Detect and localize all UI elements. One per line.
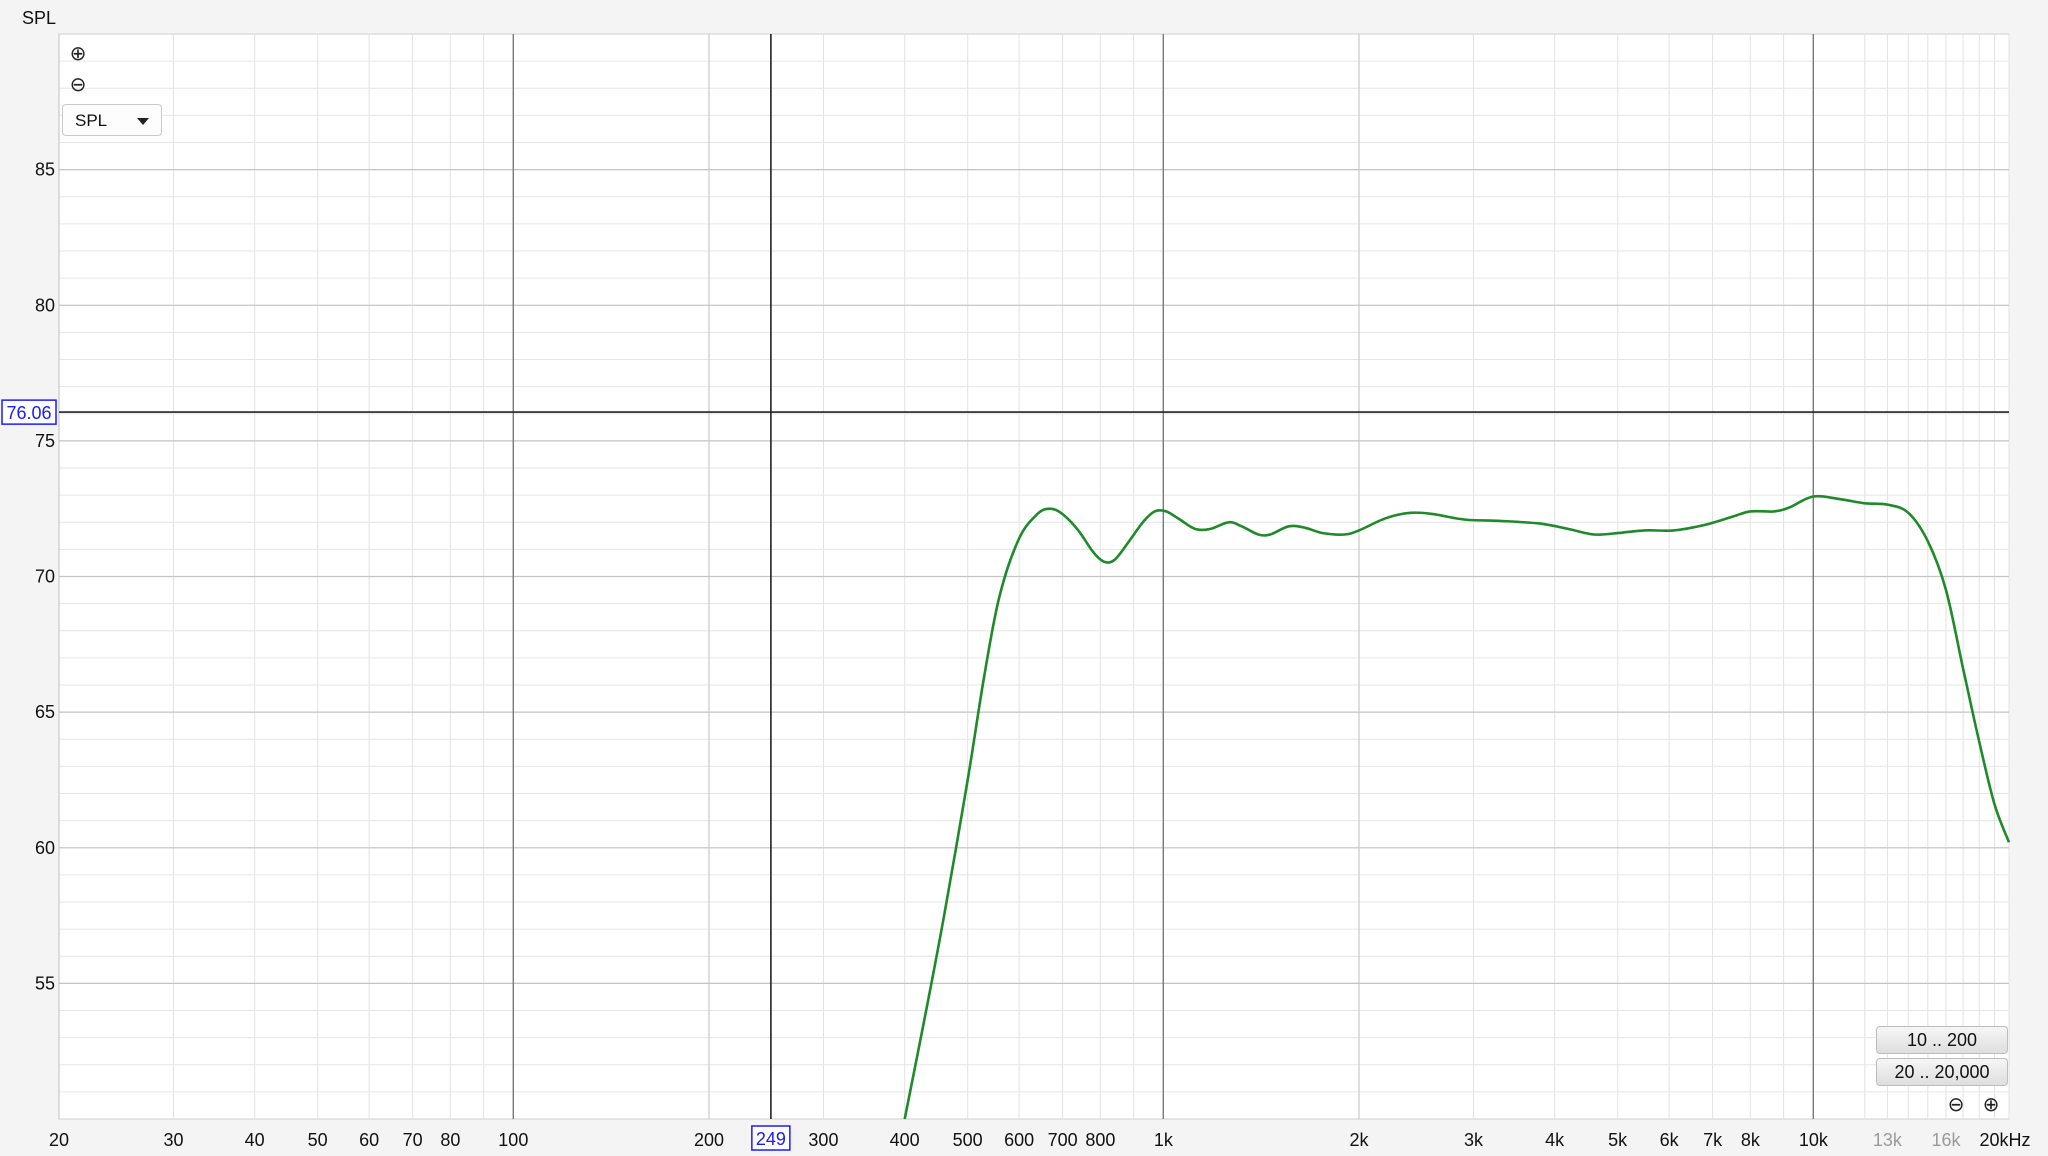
cursor-x-readout: 249 (756, 1129, 786, 1149)
x-tick-label: 7k (1703, 1130, 1723, 1150)
x-tick-label: 2k (1349, 1130, 1369, 1150)
x-tick-label: 70 (403, 1130, 423, 1150)
x-tick-label: 16k (1931, 1130, 1961, 1150)
dropdown-value: SPL (75, 111, 108, 130)
y-tick-label: 80 (35, 295, 55, 315)
range-10-200-button[interactable]: 10 .. 200 (1876, 1026, 2008, 1054)
measurement-type-dropdown[interactable]: SPL (62, 104, 162, 136)
spl-chart[interactable]: 55 60 65 70 75 80 85 20 30 40 50 60 70 80 100 200 300 400… (0, 0, 2048, 1156)
x-tick-label: 60 (359, 1130, 379, 1150)
chevron-down-icon (137, 118, 149, 125)
x-tick-label: 13k (1873, 1130, 1903, 1150)
x-tick-label: 800 (1085, 1130, 1115, 1150)
x-tick-label: 80 (440, 1130, 460, 1150)
range-20-20000-button[interactable]: 20 .. 20,000 (1876, 1058, 2008, 1086)
x-tick-label: 700 (1048, 1130, 1078, 1150)
x-tick-label: 40 (245, 1130, 265, 1150)
cursor-y-readout: 76.06 (6, 403, 51, 423)
x-tick-label: 30 (163, 1130, 183, 1150)
zoom-in-icon[interactable]: ⊕ (67, 42, 89, 64)
y-tick-label: 75 (35, 431, 55, 451)
zoom-out-icon[interactable]: ⊖ (67, 73, 89, 95)
x-tick-label: 1k (1154, 1130, 1174, 1150)
x-tick-label: 6k (1660, 1130, 1680, 1150)
spl-graph-panel: 55 60 65 70 75 80 85 20 30 40 50 60 70 80 100 200 300 400… (0, 0, 2048, 1156)
y-tick-label: 65 (35, 702, 55, 722)
horizontal-zoom-in-icon[interactable]: ⊕ (1980, 1093, 2002, 1115)
y-tick-label: 60 (35, 838, 55, 858)
y-tick-label: 85 (35, 160, 55, 180)
x-tick-label: 20 (49, 1130, 69, 1150)
x-tick-label: 50 (308, 1130, 328, 1150)
horizontal-zoom-out-icon[interactable]: ⊖ (1945, 1093, 1967, 1115)
x-tick-label: 5k (1608, 1130, 1628, 1150)
panel-title: SPL (22, 8, 57, 28)
x-tick-label: 8k (1741, 1130, 1761, 1150)
y-tick-label: 70 (35, 567, 55, 587)
x-tick-label: 200 (694, 1130, 724, 1150)
x-tick-label: 20kHz (1979, 1130, 2030, 1150)
x-tick-label: 400 (890, 1130, 920, 1150)
y-tick-label: 55 (35, 973, 55, 993)
x-tick-label: 600 (1004, 1130, 1034, 1150)
x-tick-label: 10k (1799, 1130, 1829, 1150)
x-tick-label: 100 (498, 1130, 528, 1150)
x-tick-label: 500 (953, 1130, 983, 1150)
x-tick-label: 3k (1464, 1130, 1484, 1150)
x-tick-label: 300 (808, 1130, 838, 1150)
x-tick-label: 4k (1545, 1130, 1565, 1150)
